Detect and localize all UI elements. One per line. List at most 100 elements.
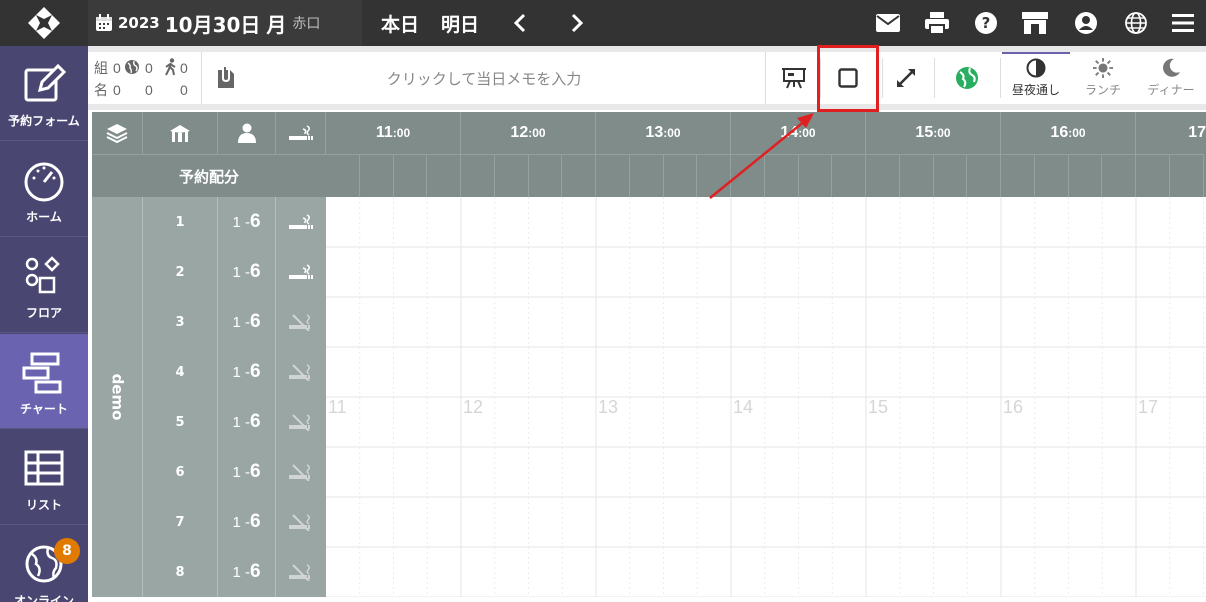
mode-all-day[interactable]: 昼夜通し — [1002, 52, 1070, 104]
allocation-slot[interactable] — [562, 154, 596, 197]
capacity-max: 6 — [249, 461, 261, 482]
allocation-slot[interactable] — [528, 154, 563, 197]
toolbar-divider — [1000, 58, 1001, 98]
allocation-slot[interactable] — [359, 154, 394, 197]
allocation-slot[interactable] — [596, 154, 630, 197]
allocation-slot[interactable] — [832, 154, 866, 197]
prev-day-button[interactable] — [512, 0, 528, 46]
table-number: 3 — [143, 297, 218, 347]
sidebar-item-label: リスト — [25, 498, 62, 512]
language-button[interactable] — [1121, 8, 1151, 38]
allocation-slot[interactable] — [866, 154, 900, 197]
timeline-grid[interactable]: 11 12 13 14 15 16 17 — [326, 197, 1206, 598]
menu-button[interactable] — [1168, 8, 1198, 38]
smoking-icon — [276, 112, 326, 154]
table-group-name: demo — [107, 373, 126, 421]
allocation-slot[interactable] — [1169, 154, 1204, 197]
table-capacity: 1 - 6 — [218, 297, 276, 347]
print-button[interactable] — [922, 8, 952, 38]
sidebar-item-home[interactable]: ホーム — [0, 142, 88, 237]
help-button[interactable]: ? — [971, 8, 1001, 38]
sidebar: 予約フォーム ホーム フロア チャート リスト 8 オンライン — [0, 46, 88, 602]
capacity-max: 6 — [249, 361, 261, 382]
app-logo[interactable] — [0, 0, 88, 46]
capacity-min: 1 - — [232, 413, 250, 431]
table-row[interactable]: 51 - 6 — [143, 397, 326, 447]
sidebar-item-list[interactable]: リスト — [0, 430, 88, 525]
allocation-slot[interactable] — [1068, 154, 1103, 197]
table-row[interactable]: 21 - 6 — [143, 247, 326, 297]
table-row[interactable]: 11 - 6 — [143, 197, 326, 247]
allocation-slot[interactable] — [629, 154, 664, 197]
mail-button[interactable] — [873, 8, 903, 38]
table-seat-icon — [143, 112, 218, 154]
allocation-slot[interactable] — [663, 154, 698, 197]
capacity-min: 1 - — [232, 313, 250, 331]
allocation-slot[interactable] — [494, 154, 529, 197]
hour-watermark: 13 — [598, 397, 619, 417]
tomorrow-button[interactable]: 明日 — [441, 0, 479, 46]
allocation-slot[interactable] — [461, 154, 495, 197]
table-capacity: 1 - 6 — [218, 447, 276, 497]
next-day-button[interactable] — [569, 0, 585, 46]
allocation-slot[interactable] — [393, 154, 428, 197]
floor-shapes-icon — [22, 254, 66, 298]
sidebar-item-label: ホーム — [26, 210, 62, 224]
allocation-slot[interactable] — [1034, 154, 1069, 197]
capacity-min: 1 - — [232, 463, 250, 481]
people-walkin: 0 — [180, 82, 188, 98]
mode-dinner[interactable]: ディナー — [1136, 52, 1206, 104]
allocation-slot[interactable] — [427, 154, 461, 197]
capacity-max: 6 — [249, 211, 261, 232]
expand-arrows-icon — [897, 69, 915, 87]
daily-memo-field[interactable]: クリックして当日メモを入力 — [202, 52, 766, 104]
allocation-label: 予約配分 — [92, 154, 326, 197]
mode-lunch[interactable]: ランチ — [1070, 52, 1136, 104]
table-row[interactable]: 81 - 6 — [143, 547, 326, 597]
hour-watermark: 16 — [1003, 397, 1024, 417]
presentation-mode-button[interactable] — [774, 52, 814, 104]
hour-watermark: 15 — [868, 397, 889, 417]
fullscreen-button[interactable] — [886, 52, 926, 104]
layers-icon[interactable] — [92, 112, 143, 154]
hour-header: 12:00 — [461, 112, 596, 154]
capacity-min: 1 - — [232, 563, 250, 581]
allocation-slot[interactable] — [764, 154, 799, 197]
allocation-slot[interactable] — [899, 154, 934, 197]
sidebar-item-online[interactable]: 8 オンライン — [0, 526, 88, 602]
date-rokuyo: 赤口 — [292, 16, 321, 32]
web-globe-icon — [956, 67, 978, 89]
store-button[interactable] — [1020, 8, 1050, 38]
allocation-slot[interactable] — [697, 154, 731, 197]
allocation-row: 予約配分 — [92, 154, 1206, 197]
allocation-slot[interactable] — [326, 154, 360, 197]
table-row[interactable]: 41 - 6 — [143, 347, 326, 397]
presentation-board-icon — [782, 68, 806, 89]
sidebar-item-floor[interactable]: フロア — [0, 238, 88, 333]
allocation-slot[interactable] — [731, 154, 765, 197]
mail-icon — [876, 14, 900, 32]
date-weekday: 月 — [266, 12, 287, 37]
today-button[interactable]: 本日 — [381, 0, 419, 46]
sidebar-item-reservation-form[interactable]: 予約フォーム — [0, 46, 88, 141]
svg-text:?: ? — [982, 14, 991, 32]
date-selector[interactable]: 2023 10月30日 月 赤口 — [88, 0, 362, 46]
hour-header: 17 — [1188, 124, 1206, 141]
allocation-slot[interactable] — [1136, 154, 1170, 197]
table-row[interactable]: 61 - 6 — [143, 447, 326, 497]
table-number: 5 — [143, 397, 218, 447]
allocation-slot[interactable] — [1001, 154, 1035, 197]
user-button[interactable] — [1071, 8, 1101, 38]
store-icon — [1022, 12, 1048, 34]
table-row[interactable]: 31 - 6 — [143, 297, 326, 347]
capacity-min: 1 - — [232, 263, 250, 281]
table-capacity: 1 - 6 — [218, 547, 276, 597]
allocation-slot[interactable] — [798, 154, 833, 197]
web-reservation-toggle[interactable] — [947, 52, 987, 104]
allocation-slot[interactable] — [967, 154, 1001, 197]
allocation-slot[interactable] — [933, 154, 968, 197]
sidebar-item-chart[interactable]: チャート — [0, 334, 88, 429]
hour-watermark: 11 — [328, 397, 347, 417]
allocation-slot[interactable] — [1102, 154, 1136, 197]
table-row[interactable]: 71 - 6 — [143, 497, 326, 547]
